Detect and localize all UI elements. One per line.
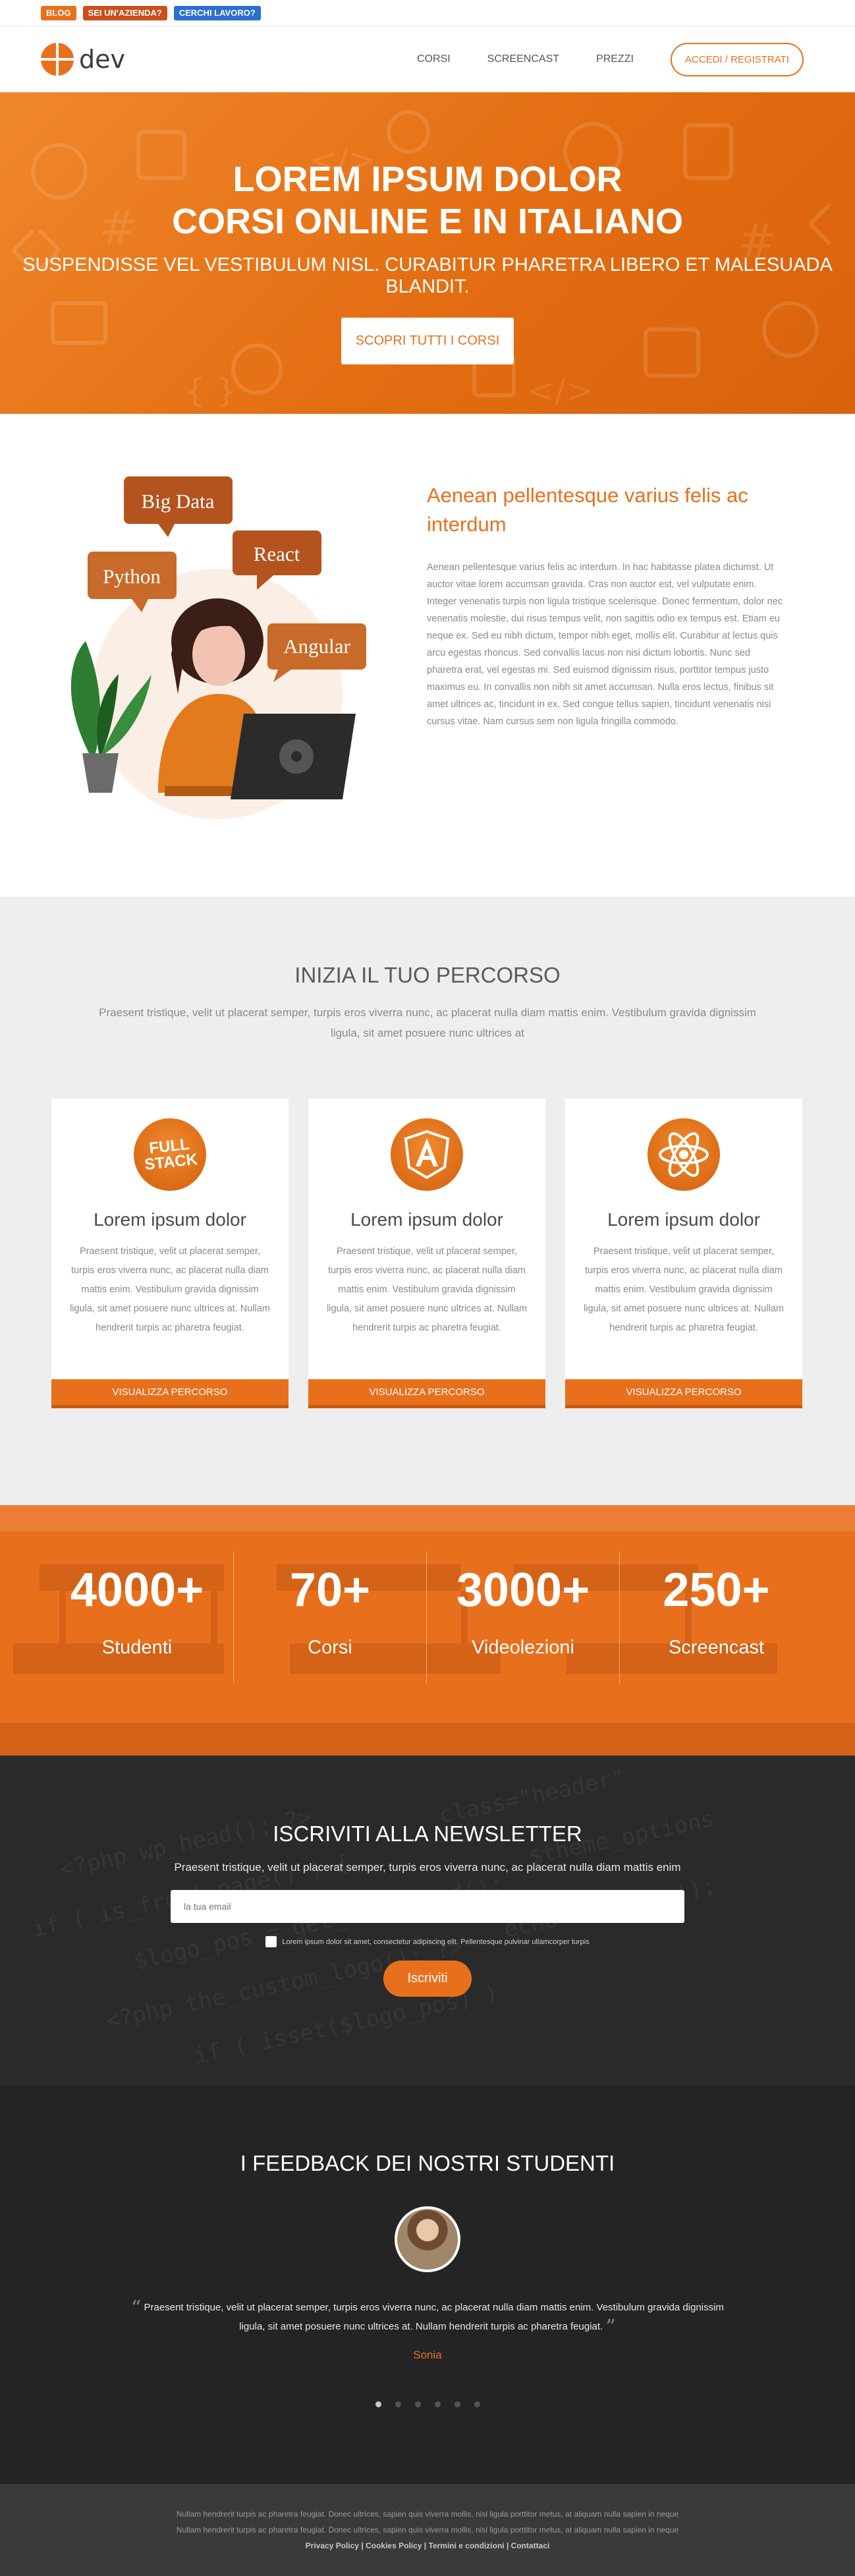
stat-value: 3000+ [456,1564,590,1617]
view-path-button[interactable]: VISUALIZZA PERCORSO [308,1379,545,1408]
newsletter-section: <?php wp_head(); ?> if ( is_front_page()… [0,1756,855,2085]
consent-checkbox[interactable] [265,1936,277,1947]
discover-courses-button[interactable]: SCOPRI TUTTI I CORSI [341,318,514,364]
bubble-python: Python [103,565,161,588]
nav-corsi-link[interactable]: CORSI [417,53,451,65]
testimonials-title: I FEEDBACK DEI NOSTRI STUDENTI [240,2151,615,2175]
carousel-dots [0,2401,855,2407]
lavoro-tag-link[interactable]: CERCHI LAVORO? [173,5,261,20]
quote-open-icon: “ [131,2297,142,2320]
terms-link[interactable]: Termini e condizioni [429,2541,505,2550]
hero-title-line1: LOREM IPSUM DOLOR [233,159,622,199]
stat-courses: 70+ Corsi [234,1551,427,1683]
stat-label: Videolezioni [472,1637,574,1658]
footer-line-1: Nullam hendrerit turpis ac pharetra feug… [176,2509,679,2519]
site-footer: Nullam hendrerit turpis ac pharetra feug… [0,2484,855,2576]
carousel-dot[interactable] [375,2401,381,2407]
stats-section: 4000+ Studenti 70+ Corsi 3000+ Videolezi… [0,1505,855,1756]
view-path-button[interactable]: VISUALIZZA PERCORSO [565,1379,802,1408]
course-card-title: Lorem ipsum dolor [94,1209,246,1230]
stat-value: 70+ [289,1564,371,1617]
developer-illustration: Big Data React Python Angular [70,476,366,819]
stat-label: Screencast [668,1637,765,1658]
hero-title: LOREM IPSUM DOLOR CORSI ONLINE E IN ITAL… [0,158,855,243]
stat-value: 4000+ [70,1564,204,1617]
footer-links: Privacy Policy | Cookies Policy | Termin… [305,2541,550,2550]
blog-tag-link[interactable]: BLOG [41,5,76,20]
testimonial-quote: “ Praesent tristique, velit ut placerat … [118,2299,737,2337]
hero-title-line2: CORSI ONLINE E IN ITALIANO [171,202,683,241]
stat-videolessons: 3000+ Videolezioni [427,1551,620,1683]
subscribe-button[interactable]: Iscriviti [383,1961,472,1997]
logo-text: dev [79,45,125,74]
carousel-dot[interactable] [454,2401,460,2407]
nav-prezzi-link[interactable]: PREZZI [596,53,634,65]
about-body: Aenean pellentesque varius felis ac inte… [427,562,783,727]
stat-value: 250+ [663,1564,770,1617]
site-logo[interactable]: dev [41,43,125,76]
newsletter-subtitle: Praesent tristique, velit ut placerat se… [174,1861,681,1874]
testimonials-section: I FEEDBACK DEI NOSTRI STUDENTI “ Praesen… [0,2085,855,2484]
carousel-dot[interactable] [395,2401,401,2407]
courses-section: INIZIA IL TUO PERCORSO Praesent tristiqu… [0,897,855,1505]
hero-section: # # </> </> { } LOREM IPSUM DOLOR CORSI … [0,92,855,414]
svg-text:{ }: { } [184,372,237,410]
cookies-policy-link[interactable]: Cookies Policy [366,2541,422,2550]
courses-subtitle: Praesent tristique, velit ut placerat se… [99,1006,756,1039]
bubble-react: React [254,542,300,565]
stat-label: Corsi [308,1637,352,1658]
avatar [395,2206,460,2272]
stat-label: Studenti [101,1637,173,1658]
course-card: Lorem ipsum dolor Praesent tristique, ve… [565,1099,802,1408]
carousel-dot[interactable] [474,2401,480,2407]
fullstack-icon: FULL STACK [134,1118,206,1191]
course-card-text: Praesent tristique, velit ut placerat se… [70,1246,270,1333]
logo-cross-icon [41,43,74,76]
footer-line-2: Nullam hendrerit turpis ac pharetra feug… [176,2525,679,2534]
privacy-policy-link[interactable]: Privacy Policy [306,2541,359,2550]
carousel-dot[interactable] [414,2401,421,2407]
course-card-text: Praesent tristique, velit ut placerat se… [327,1246,527,1333]
course-card-text: Praesent tristique, velit ut placerat se… [584,1246,784,1333]
svg-text:</>: </> [527,372,593,410]
main-nav: CORSI SCREENCAST PREZZI ACCEDI / REGISTR… [417,42,804,76]
login-register-button[interactable]: ACCEDI / REGISTRATI [670,42,804,76]
top-strip: BLOG SEI UN'AZIENDA? CERCHI LAVORO? [0,0,855,26]
consent-row: Lorem ipsum dolor sit amet, consectetur … [0,1936,855,1947]
newsletter-email-input[interactable] [171,1890,684,1923]
carousel-dot[interactable] [434,2401,441,2407]
testimonial-text: Praesent tristique, velit ut placerat se… [144,2302,724,2332]
bubble-big-data: Big Data [141,490,214,513]
course-card-title: Lorem ipsum dolor [350,1209,503,1230]
courses-title: INIZIA IL TUO PERCORSO [294,963,561,987]
testimonial-author: Sonia [413,2349,442,2361]
quote-close-icon: ” [605,2316,616,2339]
contact-link[interactable]: Contattaci [511,2541,550,2550]
stat-screencast: 250+ Screencast [620,1551,813,1683]
newsletter-title: ISCRIVITI ALLA NEWSLETTER [273,1821,582,1846]
azienda-tag-link[interactable]: SEI UN'AZIENDA? [82,5,167,20]
angular-icon [391,1118,463,1191]
course-card: Lorem ipsum dolor Praesent tristique, ve… [308,1099,545,1408]
react-icon [648,1118,720,1191]
bubble-angular: Angular [283,635,350,658]
about-title: Aenean pellentesque varius felis ac inte… [427,484,748,536]
view-path-button[interactable]: VISUALIZZA PERCORSO [51,1379,289,1408]
site-header: dev CORSI SCREENCAST PREZZI ACCEDI / REG… [0,26,855,92]
course-card-title: Lorem ipsum dolor [607,1209,760,1230]
consent-text: Lorem ipsum dolor sit amet, consectetur … [282,1937,590,1946]
stat-students: 4000+ Studenti [41,1551,234,1683]
hero-subtitle: SUSPENDISSE VEL VESTIBULUM NISL. CURABIT… [22,254,833,297]
about-section: Big Data React Python Angular Aenean pel… [0,414,855,897]
course-card: FULL STACK Lorem ipsum dolor Praesent tri… [51,1099,289,1408]
nav-screencast-link[interactable]: SCREENCAST [487,53,559,65]
